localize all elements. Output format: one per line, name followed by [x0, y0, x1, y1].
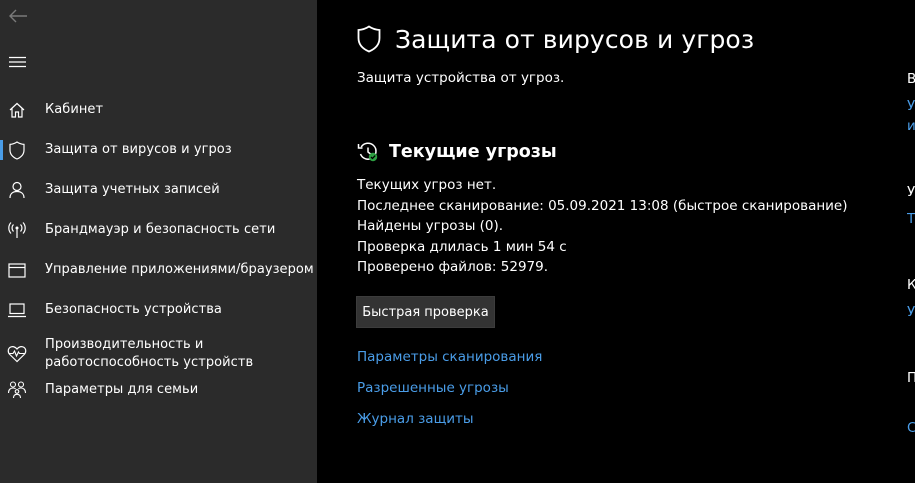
hamburger-icon: [8, 56, 26, 68]
side-link-fragment[interactable]: Т: [907, 211, 915, 227]
sidebar-item-virus-protection[interactable]: Защита от вирусов и угроз: [0, 130, 317, 170]
quick-scan-button[interactable]: Быстрая проверка: [356, 296, 495, 328]
sidebar-item-label: Кабинет: [45, 102, 104, 117]
page-header: Защита от вирусов и угроз: [357, 22, 754, 56]
sidebar-item-firewall[interactable]: Брандмауэр и безопасность сети: [0, 210, 317, 250]
scan-duration-text: Проверка длилась 1 мин 54 с: [357, 238, 567, 255]
selection-indicator: [0, 140, 3, 160]
sidebar-item-label: Управление приложениями/браузером: [45, 262, 314, 277]
sidebar-item-label: Производительность и работоспособность у…: [45, 337, 254, 370]
sidebar-item-device-security[interactable]: Безопасность устройства: [0, 290, 317, 330]
current-threats-header: Текущие угрозы: [357, 140, 557, 164]
sidebar-item-label: Защита от вирусов и угроз: [45, 142, 232, 157]
sidebar-item-app-browser-control[interactable]: Управление приложениями/браузером: [0, 250, 317, 290]
side-link-fragment[interactable]: и: [907, 118, 915, 134]
sidebar-item-home[interactable]: Кабинет: [0, 90, 317, 130]
shield-icon: [7, 140, 27, 160]
home-icon: [7, 100, 27, 120]
heart-pulse-icon: [7, 344, 27, 364]
antenna-icon: [7, 220, 27, 240]
sidebar-item-label: Брандмауэр и безопасность сети: [45, 222, 276, 237]
allowed-threats-link[interactable]: Разрешенные угрозы: [357, 380, 509, 396]
sidebar: Кабинет Защита от вирусов и угроз Защита…: [0, 0, 317, 483]
side-link-fragment[interactable]: У: [907, 304, 915, 320]
side-heading-fragment: П: [907, 370, 915, 386]
scan-options-link[interactable]: Параметры сканирования: [357, 349, 542, 365]
files-scanned-text: Проверено файлов: 52979.: [357, 259, 549, 276]
sidebar-item-label: Параметры для семьи: [45, 382, 199, 397]
side-link-fragment[interactable]: У: [907, 98, 915, 114]
section-title-current-threats: Текущие угрозы: [389, 142, 557, 162]
app-window-icon: [7, 260, 27, 280]
laptop-icon: [7, 300, 27, 320]
page-subtitle: Защита устройства от угроз.: [357, 70, 565, 86]
last-scan-text: Последнее сканирование: 05.09.2021 13:08…: [357, 197, 848, 214]
side-heading-fragment: К: [907, 277, 915, 293]
shield-icon: [357, 24, 383, 54]
main-content: Защита от вирусов и угроз Защита устройс…: [317, 0, 915, 483]
sidebar-item-label: Защита учетных записей: [45, 182, 220, 197]
right-side-column-clipped: В У и У Т К У П С: [907, 0, 915, 483]
protection-history-link[interactable]: Журнал защиты: [357, 411, 474, 427]
sidebar-item-label: Безопасность устройства: [45, 302, 222, 317]
history-check-icon: [357, 141, 379, 163]
hamburger-menu-button[interactable]: [5, 51, 29, 73]
sidebar-item-family-options[interactable]: Параметры для семьи: [0, 370, 317, 410]
back-arrow-icon: [9, 9, 27, 23]
side-heading-fragment: У: [907, 184, 915, 200]
threats-found-text: Найдены угрозы (0).: [357, 218, 504, 235]
no-threats-text: Текущих угроз нет.: [357, 177, 497, 193]
person-icon: [7, 180, 27, 200]
back-button[interactable]: [6, 4, 30, 28]
sidebar-item-account-protection[interactable]: Защита учетных записей: [0, 170, 317, 210]
side-heading-fragment: В: [907, 71, 915, 87]
family-icon: [7, 380, 27, 400]
threat-status-info: Текущих угроз нет. Последнее сканировани…: [357, 175, 848, 278]
side-link-fragment[interactable]: С: [907, 420, 915, 436]
page-title: Защита от вирусов и угроз: [395, 24, 755, 54]
